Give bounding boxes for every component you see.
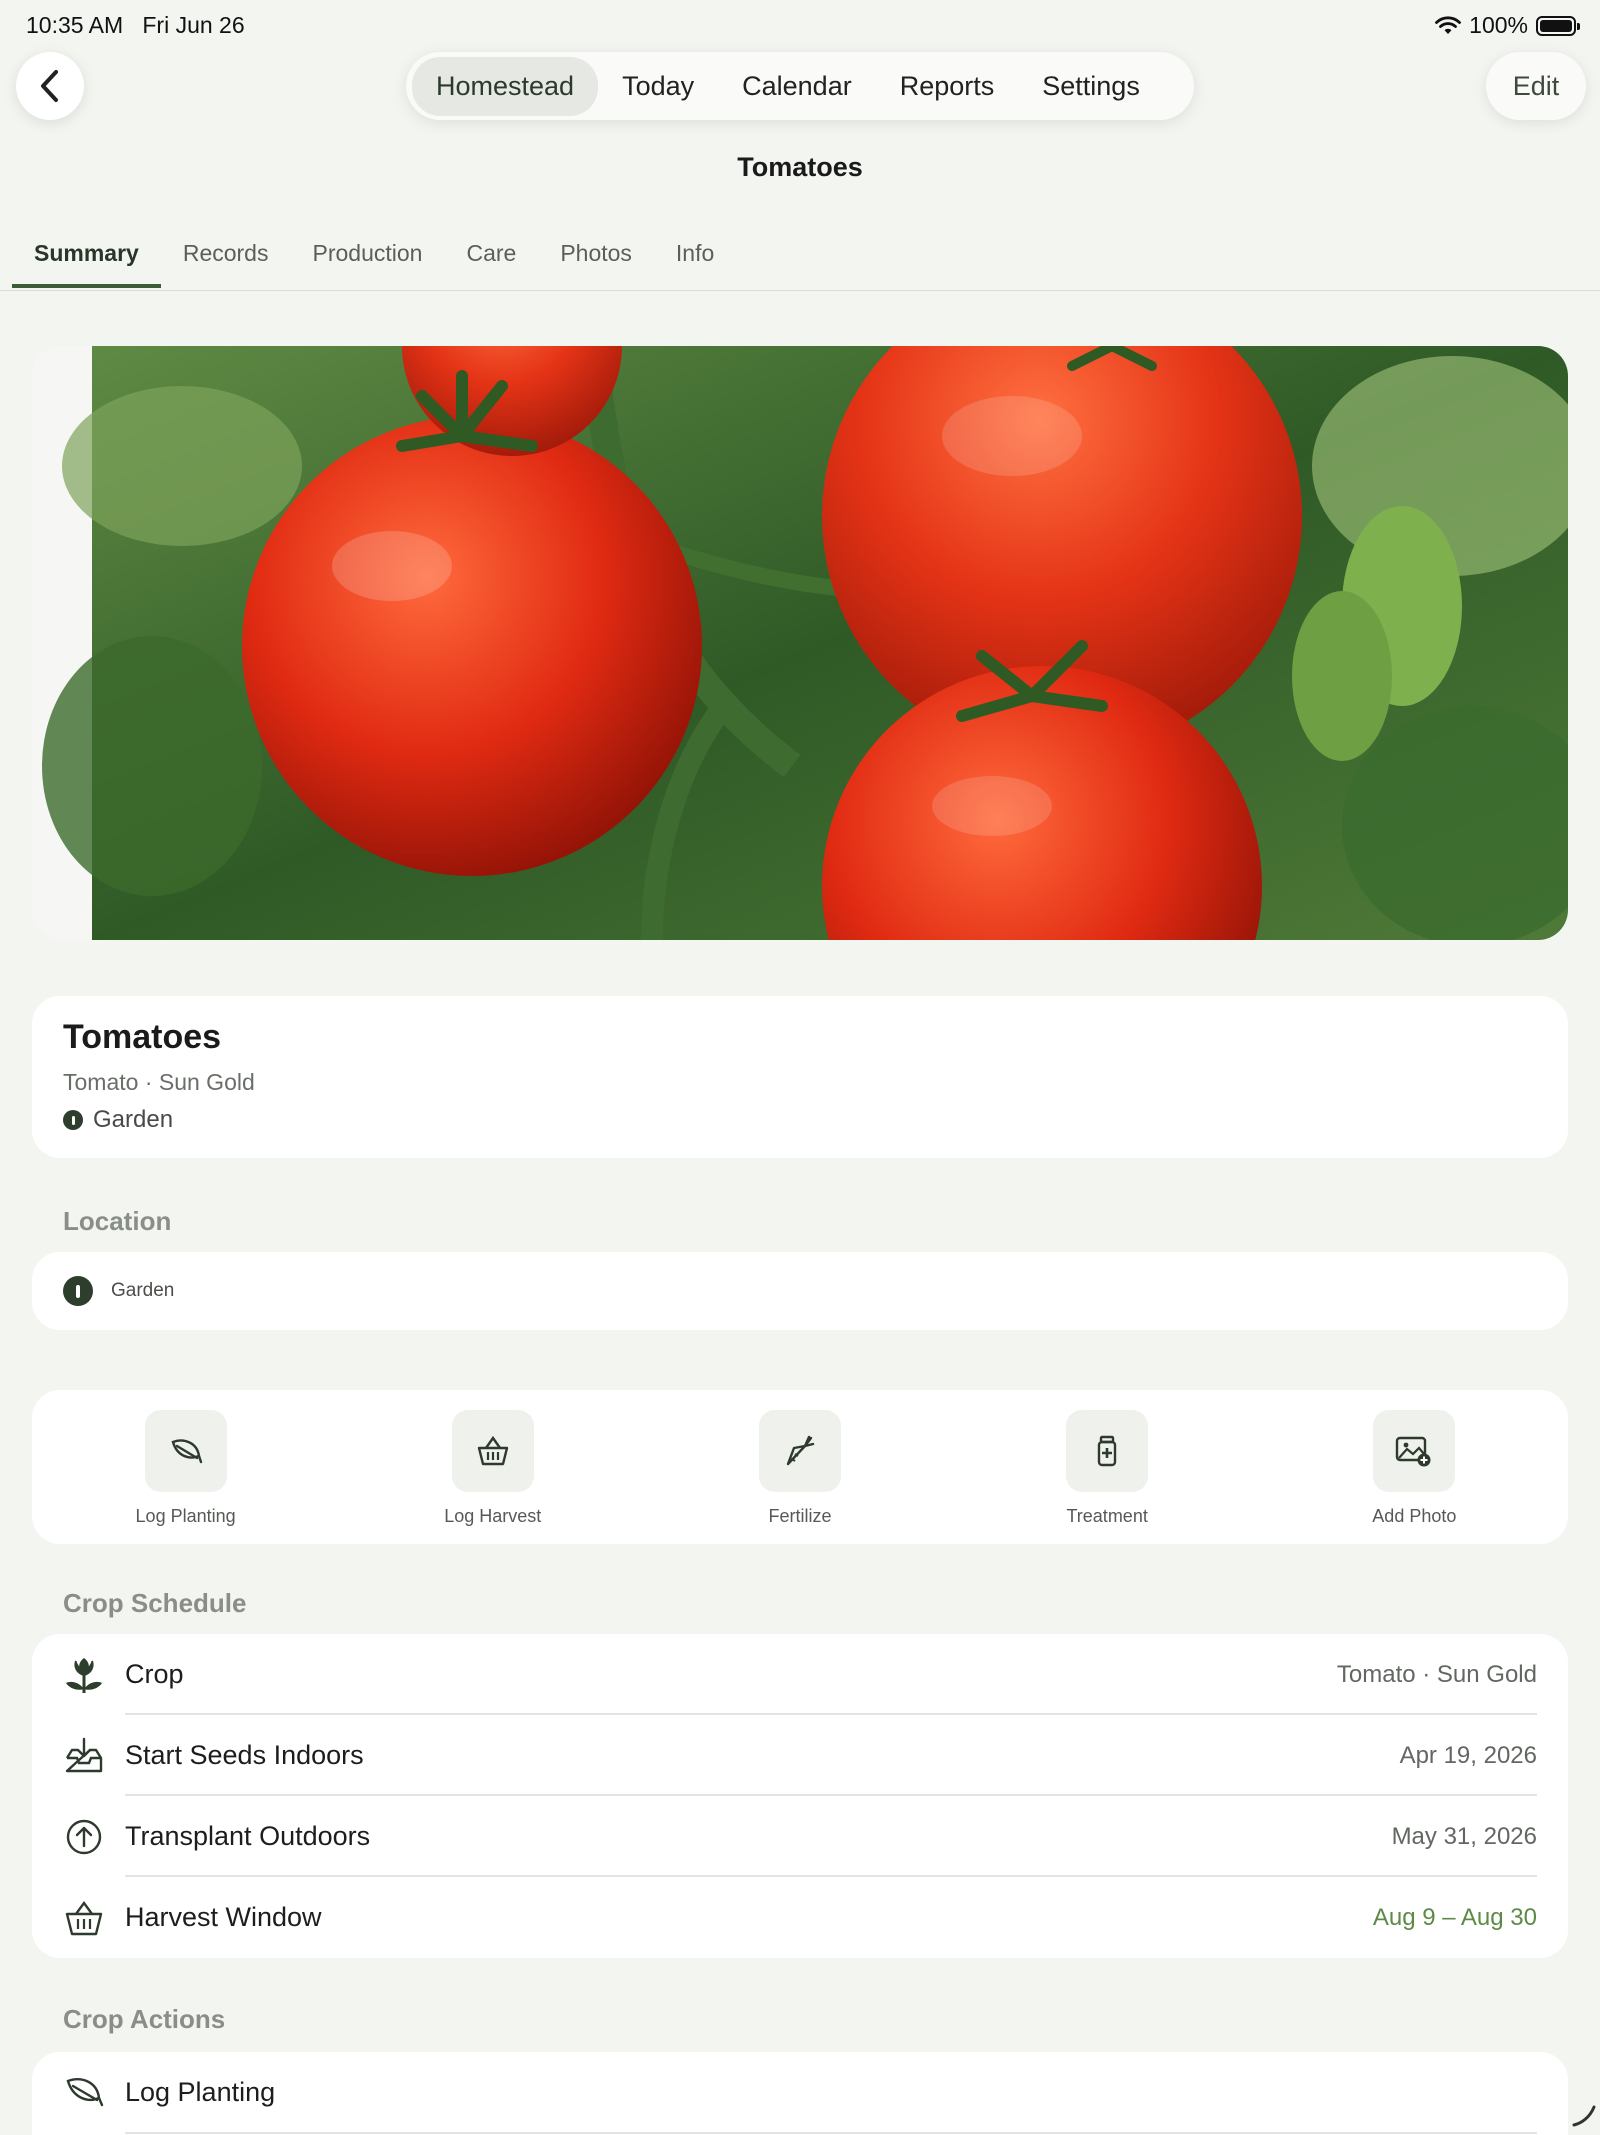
- page-title: Tomatoes: [737, 152, 863, 182]
- quick-action-label: Fertilize: [768, 1506, 832, 1526]
- location-section-label: Location: [63, 1206, 172, 1236]
- tab-production[interactable]: Production: [290, 226, 444, 288]
- tray-download-icon: [63, 1735, 105, 1777]
- status-time: 10:35 AM Fri Jun 26: [26, 12, 245, 39]
- basket-icon: [63, 1897, 105, 1939]
- crop-location: Garden: [63, 1106, 1537, 1134]
- medicine-bottle-icon: [1066, 1410, 1149, 1492]
- tab-info[interactable]: Info: [654, 226, 736, 288]
- back-button[interactable]: [16, 52, 84, 120]
- tab-care[interactable]: Care: [444, 226, 538, 288]
- arrow-up-circle-icon: [63, 1816, 105, 1858]
- location-pin-icon: [63, 1276, 93, 1306]
- crop-actions-label: Crop Actions: [63, 2004, 226, 2034]
- quick-action-label: Log Planting: [135, 1506, 236, 1526]
- quick-action-log-planting[interactable]: Log Planting: [86, 1410, 286, 1527]
- crop-action-log-planting[interactable]: Log Planting: [63, 2052, 1537, 2134]
- crop-variety: Tomato · Sun Gold: [63, 1069, 255, 1095]
- status-indicators: 100%: [1435, 12, 1580, 39]
- main-nav: Homestead Today Calendar Reports Setting…: [406, 52, 1194, 120]
- location-value: Garden: [111, 1280, 175, 1301]
- edit-button[interactable]: Edit: [1486, 52, 1586, 120]
- schedule-row-label: Start Seeds Indoors: [125, 1740, 364, 1770]
- quick-action-fertilize[interactable]: Fertilize: [700, 1410, 900, 1527]
- crop-photo[interactable]: [32, 346, 1568, 940]
- location-row[interactable]: Garden: [32, 1252, 1568, 1330]
- quick-action-label: Treatment: [1066, 1506, 1148, 1526]
- nav-homestead[interactable]: Homestead: [412, 56, 599, 116]
- crop-location-text: Garden: [93, 1106, 174, 1133]
- quick-action-label: Log Harvest: [444, 1506, 542, 1526]
- wifi-icon: [1435, 15, 1462, 34]
- tab-photos[interactable]: Photos: [538, 226, 654, 288]
- schedule-row-harvest-window[interactable]: Harvest Window Aug 9 – Aug 30: [63, 1877, 1537, 1958]
- crop-name: Tomatoes: [63, 1018, 222, 1056]
- schedule-row-value: Apr 19, 2026: [1399, 1741, 1537, 1769]
- schedule-row-transplant[interactable]: Transplant Outdoors May 31, 2026: [63, 1796, 1537, 1877]
- status-clock: 10:35 AM: [26, 12, 124, 38]
- carrot-icon: [758, 1410, 841, 1492]
- crop-info-card: Tomatoes Tomato · Sun Gold Garden: [32, 996, 1568, 1158]
- quick-actions-card: Log Planting Log Harvest Fertilize Treat…: [32, 1390, 1568, 1544]
- tab-bar: Summary Records Production Care Photos I…: [12, 226, 736, 288]
- row-divider: [125, 2132, 1537, 2134]
- crop-schedule-card: Crop Tomato · Sun Gold Start Seeds Indoo…: [32, 1634, 1568, 1958]
- battery-percent: 100%: [1469, 12, 1528, 38]
- quick-action-treatment[interactable]: Treatment: [1007, 1410, 1207, 1527]
- status-bar: 10:35 AM Fri Jun 26 100%: [0, 0, 1600, 50]
- battery-icon: [1536, 15, 1580, 36]
- status-date: Fri Jun 26: [142, 12, 245, 38]
- schedule-row-value: Aug 9 – Aug 30: [1372, 1903, 1537, 1931]
- crop-schedule-label: Crop Schedule: [63, 1588, 247, 1618]
- crop-actions-card: Log Planting: [32, 2052, 1568, 2135]
- schedule-row-value: May 31, 2026: [1391, 1822, 1537, 1850]
- resize-handle-icon[interactable]: [1568, 2099, 1598, 2129]
- tab-summary[interactable]: Summary: [12, 226, 161, 288]
- nav-calendar[interactable]: Calendar: [718, 57, 876, 116]
- crop-action-label: Log Planting: [125, 2076, 276, 2107]
- basket-icon: [451, 1410, 534, 1492]
- schedule-row-label: Transplant Outdoors: [125, 1821, 371, 1851]
- schedule-row-label: Harvest Window: [125, 1902, 322, 1932]
- chevron-left-icon: [41, 70, 58, 102]
- nav-today[interactable]: Today: [598, 57, 718, 116]
- tab-records[interactable]: Records: [161, 226, 291, 288]
- tabs-divider: [0, 290, 1600, 291]
- schedule-row-crop[interactable]: Crop Tomato · Sun Gold: [63, 1634, 1537, 1715]
- tomato-photo-illustration: [32, 346, 1568, 940]
- schedule-row-label: Crop: [125, 1659, 184, 1689]
- quick-action-log-harvest[interactable]: Log Harvest: [393, 1410, 593, 1527]
- sprout-icon: [63, 1654, 105, 1696]
- add-photo-icon: [1373, 1410, 1456, 1492]
- quick-action-label: Add Photo: [1372, 1506, 1457, 1526]
- leaf-icon: [144, 1410, 227, 1492]
- location-pin-icon: [63, 1110, 83, 1130]
- nav-settings[interactable]: Settings: [1018, 57, 1164, 116]
- quick-action-add-photo[interactable]: Add Photo: [1314, 1410, 1514, 1527]
- schedule-row-start-seeds[interactable]: Start Seeds Indoors Apr 19, 2026: [63, 1715, 1537, 1796]
- nav-reports[interactable]: Reports: [876, 57, 1019, 116]
- leaf-icon: [63, 2071, 105, 2113]
- schedule-row-value: Tomato · Sun Gold: [1336, 1660, 1537, 1688]
